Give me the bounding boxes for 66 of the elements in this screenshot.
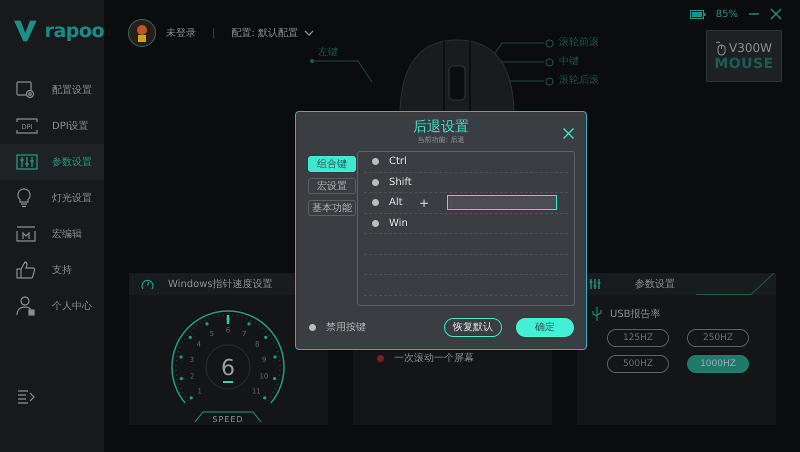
device-card[interactable]: V300W MOUSE [706, 30, 782, 82]
anchor-circle-icon [545, 58, 554, 66]
modifier-checkbox[interactable] [372, 199, 379, 206]
modifier-label: Alt [389, 197, 404, 208]
mouse-button-label: 中键 [559, 56, 579, 68]
radio-button[interactable] [309, 324, 316, 330]
restore-defaults-button[interactable]: 恢复默认 [444, 318, 502, 336]
anchor-circle-icon [545, 38, 554, 48]
sidebar-item[interactable]: 配置设置 [0, 72, 104, 108]
brand-name: rapoo [44, 20, 104, 42]
mouse-button-label: 滚轮后滚 [559, 75, 599, 87]
modifier-label: Win [389, 218, 409, 229]
usb-icon [592, 307, 602, 321]
user-status: 未登录 [166, 26, 196, 40]
speed-caption: SPEED [212, 415, 244, 424]
close-icon[interactable] [770, 8, 782, 20]
modifier-checkbox[interactable] [372, 220, 379, 227]
battery-percent: 85% [716, 8, 738, 20]
leader-line [310, 59, 372, 82]
sidebar-item[interactable]: 个人中心 [0, 288, 104, 324]
speedometer-icon [141, 278, 154, 290]
caret-icon [304, 30, 314, 36]
collapse-menu-icon[interactable] [17, 390, 35, 404]
confirm-button[interactable]: 确定 [516, 318, 574, 336]
mouse-button-label: 左键 [318, 47, 338, 59]
panel-title: Windows指针速度设置 [168, 278, 273, 291]
disable-key-label: 禁用按键 [326, 320, 366, 334]
sidebar-item[interactable]: 灯光设置 [0, 180, 104, 216]
profile-dropdown[interactable]: 配置: 默认配置 [231, 26, 314, 40]
wireless-mouse-icon [716, 40, 726, 56]
mouse-button-label: 滚轮前滚 [559, 37, 599, 49]
sliders-icon [589, 278, 601, 290]
option-label: 一次滚动一个屏幕 [394, 352, 474, 365]
battery-icon [690, 10, 706, 18]
modifier-label: Shift [389, 176, 413, 188]
sidebar-item[interactable]: 参数设置 [0, 144, 104, 180]
key-input-field[interactable] [447, 195, 557, 210]
user-profile-icon [16, 296, 36, 316]
thumbs-up-icon [16, 261, 36, 279]
radio-button[interactable] [377, 354, 384, 362]
device-type: MOUSE [714, 56, 774, 72]
sliders-icon [16, 154, 38, 170]
plus-sign: + [419, 196, 430, 210]
macro-icon [16, 226, 36, 242]
logo-icon [14, 20, 37, 42]
sidebar-item[interactable]: 宏编辑 [0, 216, 104, 252]
dialog-tab[interactable]: 宏设置 [308, 178, 356, 194]
modifier-checkbox[interactable] [372, 178, 379, 186]
panel-title: 参数设置 [635, 278, 675, 291]
header-separator: | [212, 28, 216, 38]
dialog-title: 后退设置 [413, 118, 469, 136]
modifier-checkbox[interactable] [372, 158, 379, 166]
dialog-tab[interactable]: 组合键 [308, 156, 356, 172]
rate-option-button[interactable]: 125HZ [607, 329, 669, 347]
avatar[interactable] [128, 19, 156, 47]
modifier-label: Ctrl [389, 156, 408, 168]
lightbulb-icon [16, 188, 32, 208]
device-model: V300W [729, 41, 772, 55]
close-icon[interactable] [563, 128, 574, 139]
rate-option-button[interactable]: 250HZ [687, 329, 749, 347]
rate-option-button[interactable]: 500HZ [607, 355, 669, 373]
dialog-tab[interactable]: 基本功能 [308, 200, 356, 216]
usb-rate-label: USB报告率 [610, 308, 661, 321]
speed-value: 6 [221, 356, 235, 381]
sidebar-item[interactable]: 支持 [0, 252, 104, 288]
profile-settings-icon [16, 81, 36, 99]
